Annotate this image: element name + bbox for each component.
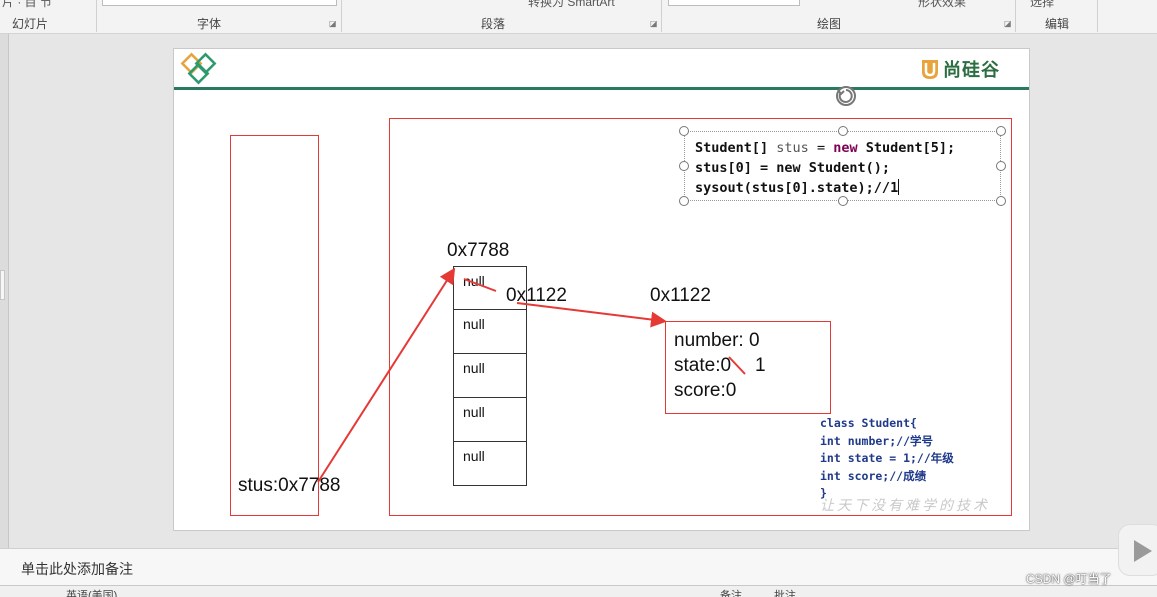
stack-variable-label[interactable]: stus:0x7788 <box>238 475 340 497</box>
state-new-value: 1 <box>755 355 766 376</box>
ribbon-separator <box>341 0 342 32</box>
array-cell[interactable]: null <box>453 354 527 398</box>
code-line-3: sysout(stus[0].state);//1 <box>695 179 900 196</box>
notes-placeholder[interactable]: 单击此处添加备注 <box>21 559 133 579</box>
stack-area[interactable] <box>230 135 319 516</box>
slide-workspace: 尚硅谷 stus:0x7788 0x7788 null null null nu… <box>0 34 1157 548</box>
drawing-dialog-launcher-icon[interactable]: ◪ <box>1004 19 1012 28</box>
powerpoint-window: 片 · 目 节 幻灯片 字体 ◪ 转换为 SmartArt 段落 ◪ 形状效果 … <box>0 0 1157 597</box>
resize-handle[interactable] <box>996 196 1006 206</box>
select-button[interactable]: 选择 <box>1030 0 1054 10</box>
play-icon[interactable] <box>1118 524 1157 576</box>
array-address-label[interactable]: 0x7788 <box>447 240 509 262</box>
comments-toggle-button[interactable]: 批注 <box>774 587 796 597</box>
resize-handle[interactable] <box>679 126 689 136</box>
class-definition[interactable]: class Student{ int number;//学号 int state… <box>820 415 954 503</box>
thumbnail-pane-collapsed[interactable] <box>0 34 9 548</box>
array-cell[interactable]: null <box>453 442 527 486</box>
resize-handle[interactable] <box>996 126 1006 136</box>
class-line: int state = 1;//年级 <box>820 451 954 465</box>
ribbon: 片 · 目 节 幻灯片 字体 ◪ 转换为 SmartArt 段落 ◪ 形状效果 … <box>0 0 1157 34</box>
resize-handle[interactable] <box>679 196 689 206</box>
brand-mark-icon <box>922 60 938 79</box>
pane-splitter-handle[interactable] <box>0 270 5 300</box>
slide-canvas[interactable]: 尚硅谷 stus:0x7788 0x7788 null null null nu… <box>173 48 1030 531</box>
code-textbox-selected[interactable]: Student[] stus = new Student[5]; stus[0]… <box>684 131 1001 201</box>
ribbon-group-font: 字体 <box>197 17 222 31</box>
convert-smartart-button[interactable]: 转换为 SmartArt <box>528 0 615 10</box>
notes-toggle-button[interactable]: 备注 <box>720 587 742 597</box>
shape-gallery[interactable] <box>668 0 800 6</box>
ribbon-separator <box>661 0 662 32</box>
ribbon-separator <box>1097 0 1098 32</box>
ribbon-separator <box>96 0 97 32</box>
element-address-label[interactable]: 0x1122 <box>506 285 567 307</box>
resize-handle[interactable] <box>838 196 848 206</box>
code-line-2: stus[0] = new Student(); <box>695 160 891 176</box>
ribbon-group-paragraph: 段落 <box>481 17 506 31</box>
brand-name: 尚硅谷 <box>943 60 1000 80</box>
student-object[interactable]: number: 0 state:0 1 score:0 <box>665 321 831 414</box>
array-cell[interactable]: null <box>453 398 527 442</box>
slide-watermark-slogan: 让天下没有难学的技术 <box>820 497 990 513</box>
resize-handle[interactable] <box>996 161 1006 171</box>
state-old-value: state:0 <box>674 355 732 376</box>
ribbon-group-slides: 幻灯片 <box>12 17 49 31</box>
array-cell[interactable]: null <box>453 310 527 354</box>
notes-pane[interactable]: 单击此处添加备注 <box>0 548 1157 585</box>
header-rule <box>174 87 1029 90</box>
font-name-box[interactable] <box>102 0 337 6</box>
ribbon-group-drawing: 绘图 <box>817 17 842 31</box>
brand-logo: 尚硅谷 <box>920 56 1000 82</box>
rotate-handle-icon[interactable] <box>833 83 859 109</box>
paragraph-dialog-launcher-icon[interactable]: ◪ <box>650 19 658 28</box>
field-number[interactable]: number: 0 <box>674 328 830 353</box>
ribbon-separator <box>1015 0 1016 32</box>
ribbon-cut-icons: 片 · 目 节 <box>2 0 52 9</box>
status-bar: 英语(美国) 备注 批注 <box>0 585 1157 597</box>
code-line-1: Student[] stus = new Student[5]; <box>695 140 956 156</box>
text-caret <box>898 179 900 195</box>
field-score[interactable]: score:0 <box>674 378 830 403</box>
font-dialog-launcher-icon[interactable]: ◪ <box>329 19 337 28</box>
class-line: int score;//成绩 <box>820 468 927 483</box>
atguigu-logo-icon <box>180 52 217 85</box>
resize-handle[interactable] <box>838 126 848 136</box>
class-line: class Student{ <box>820 416 917 430</box>
language-indicator[interactable]: 英语(美国) <box>66 587 117 597</box>
field-state[interactable]: state:0 1 <box>674 353 830 378</box>
shape-effects-button[interactable]: 形状效果 <box>918 0 966 10</box>
class-line: int number;//学号 <box>820 433 934 448</box>
resize-handle[interactable] <box>679 161 689 171</box>
csdn-watermark: CSDN @叮当了 <box>1026 572 1112 586</box>
ribbon-group-editing: 编辑 <box>1045 17 1070 31</box>
object-address-label[interactable]: 0x1122 <box>650 285 711 307</box>
